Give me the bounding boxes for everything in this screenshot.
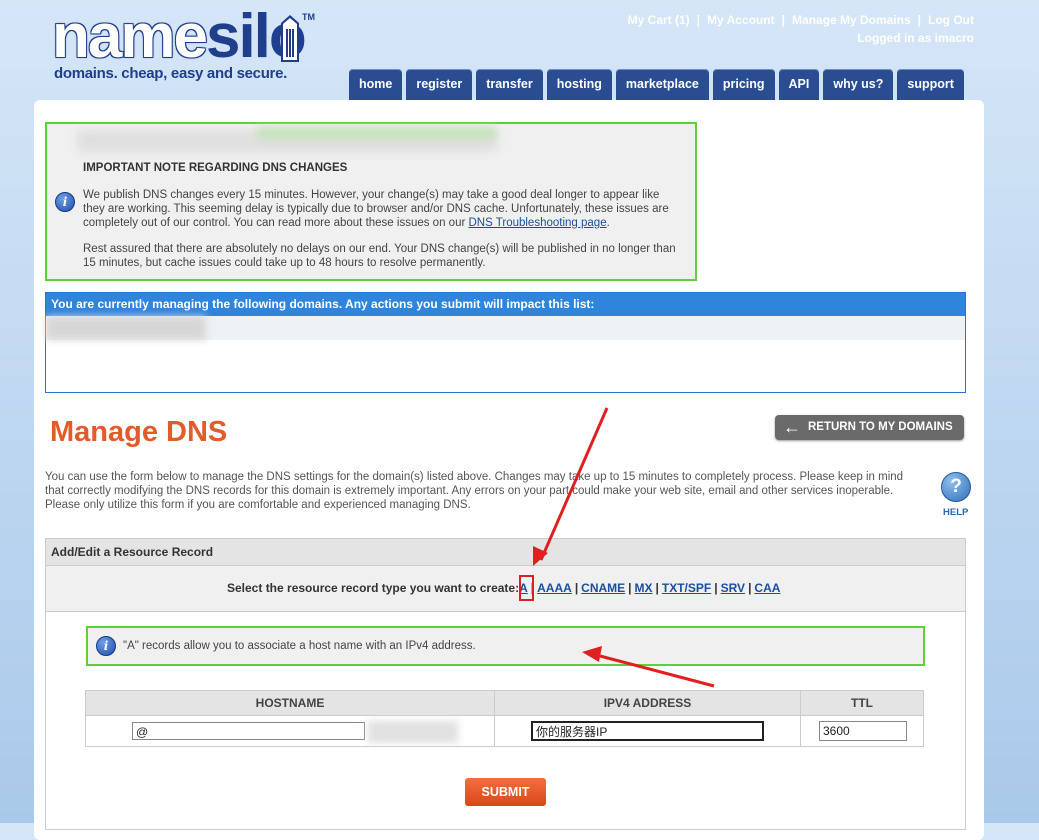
redacted-domain [46, 316, 206, 340]
tab-support[interactable]: support [897, 69, 964, 100]
my-cart-link[interactable]: My Cart (1) [628, 13, 690, 27]
hostname-cell: @ [85, 715, 495, 747]
return-button-label: RETURN TO MY DOMAINS [808, 421, 953, 433]
record-type-mx-link[interactable]: MX [635, 581, 653, 595]
tab-hosting[interactable]: hosting [546, 69, 612, 100]
help-label[interactable]: HELP [943, 507, 968, 518]
page-title: Manage DNS [50, 416, 228, 448]
record-entry-table: HOSTNAME IPV4 ADDRESS TTL @ 你的服务器IP 3600 [85, 690, 924, 747]
tab-transfer[interactable]: transfer [476, 69, 543, 100]
hostname-input[interactable]: @ [132, 722, 365, 740]
separator: | [781, 13, 785, 27]
redacted-domain [368, 721, 458, 743]
info-icon: i [96, 636, 116, 656]
table-header-row: HOSTNAME IPV4 ADDRESS TTL [85, 690, 924, 716]
a-record-info-text: "A" records allow you to associate a hos… [123, 640, 476, 652]
record-type-prompt: Select the resource record type you want… [227, 581, 781, 595]
redacted-area [257, 126, 497, 140]
table-row: @ 你的服务器IP 3600 [85, 715, 924, 747]
account-links-row: My Cart (1) | My Account | Manage My Domains… [628, 11, 974, 29]
dns-changes-note: i IMPORTANT NOTE REGARDING DNS CHANGES W… [45, 122, 697, 281]
my-account-link[interactable]: My Account [707, 13, 775, 27]
manage-my-domains-link[interactable]: Manage My Domains [792, 13, 911, 27]
logged-in-status: Logged in as imacro [857, 31, 974, 45]
main-nav-tabs: home register transfer hosting marketpla… [349, 69, 964, 100]
namesilo-logo[interactable]: namesilo TM domains. cheap, easy and sec… [52, 2, 315, 83]
dns-note-paragraph-2: Rest assured that there are absolutely n… [83, 243, 676, 269]
tab-home[interactable]: home [349, 69, 403, 100]
record-type-cname-link[interactable]: CNAME [581, 581, 625, 595]
logo-tagline: domains. cheap, easy and secure. [54, 65, 288, 82]
account-nav: My Cart (1) | My Account | Manage My Domains… [628, 11, 974, 47]
record-type-caa-link[interactable]: CAA [754, 581, 780, 595]
dns-description: You can use the form below to manage the… [45, 471, 904, 511]
resource-record-header: Add/Edit a Resource Record [46, 539, 965, 566]
silo-tower-icon [281, 15, 299, 62]
annotation-highlight-box [519, 575, 534, 601]
record-type-srv-link[interactable]: SRV [721, 581, 745, 595]
ipv4-address-input[interactable]: 你的服务器IP [531, 721, 764, 741]
arrow-left-icon: ← [783, 417, 801, 437]
managed-domains-box: You are currently managing the following… [45, 292, 966, 393]
tab-why-us[interactable]: why us? [823, 69, 894, 100]
managed-domain-row [46, 316, 965, 340]
ipv4-cell: 你的服务器IP [494, 715, 801, 747]
column-header-ttl: TTL [800, 690, 924, 716]
separator: | [696, 13, 701, 27]
record-type-aaaa-link[interactable]: AAAA [537, 581, 572, 595]
column-header-hostname: HOSTNAME [85, 690, 495, 716]
tab-register[interactable]: register [406, 69, 473, 100]
return-to-my-domains-button[interactable]: ← RETURN TO MY DOMAINS [775, 415, 964, 440]
tab-marketplace[interactable]: marketplace [615, 69, 709, 100]
tab-pricing[interactable]: pricing [712, 69, 775, 100]
submit-button[interactable]: SUBMIT [465, 778, 546, 806]
info-icon: i [55, 192, 75, 212]
log-out-link[interactable]: Log Out [928, 13, 974, 27]
tab-api[interactable]: API [778, 69, 820, 100]
dns-note-paragraph-1: We publish DNS changes every 15 minutes.… [83, 189, 669, 229]
record-type-txt-spf-link[interactable]: TXT/SPF [662, 581, 711, 595]
column-header-ipv4: IPV4 ADDRESS [494, 690, 801, 716]
record-type-selector: Select the resource record type you want… [46, 566, 965, 612]
logo-wordmark: namesilo [52, 2, 307, 71]
dns-troubleshooting-link[interactable]: DNS Troubleshooting page [469, 217, 607, 229]
help-icon[interactable]: ? [941, 472, 971, 502]
dns-note-title: IMPORTANT NOTE REGARDING DNS CHANGES [83, 162, 348, 174]
managed-domains-header: You are currently managing the following… [46, 293, 965, 316]
separator: | [917, 13, 922, 27]
a-record-info-note: i "A" records allow you to associate a h… [86, 626, 925, 666]
ttl-input[interactable]: 3600 [819, 721, 907, 741]
trademark-mark: TM [302, 12, 315, 22]
ttl-cell: 3600 [800, 715, 924, 747]
